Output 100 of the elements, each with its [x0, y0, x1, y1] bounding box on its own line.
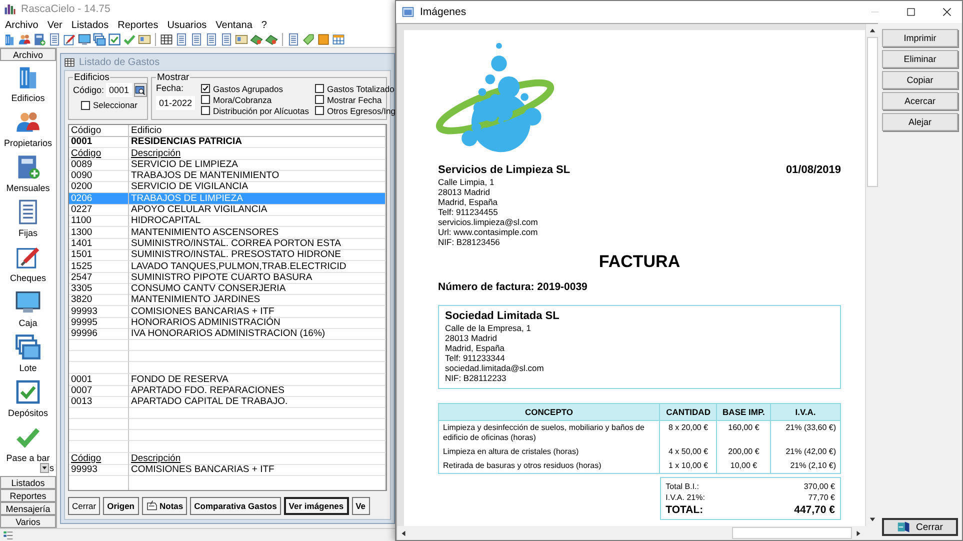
button[interactable]: Cerrar [68, 497, 100, 515]
table-row[interactable]: Código Edificio [69, 125, 386, 136]
sidebar-item[interactable]: Fijas [14, 199, 42, 238]
menu-item[interactable]: Archivo [5, 20, 38, 30]
sidebar-section-button[interactable]: Varios [0, 515, 56, 528]
table-row[interactable]: 99993 COMISIONES BANCARIAS + ITF [69, 306, 386, 318]
card-icon[interactable] [138, 33, 151, 46]
table-row[interactable]: 2547 SUMINISTRO PIPOTE CUARTO BASURA [69, 272, 386, 284]
pencil-icon[interactable] [63, 33, 76, 46]
button[interactable]: Eliminar [882, 50, 958, 68]
sidebar-item[interactable]: Depósitos [6, 379, 50, 418]
sidebar-item[interactable]: Caja [14, 289, 42, 328]
table-row[interactable]: 1525 LAVADO TANQUES,PULMON,TRAB.ELECTRICID [69, 260, 386, 272]
sidebar-item[interactable]: Cheques [8, 244, 48, 283]
checkbox-label[interactable]: Distribución por Alícuotas [213, 106, 309, 116]
checkbox[interactable] [201, 95, 210, 104]
sidebar-section-button[interactable]: Mensajería [0, 502, 56, 515]
table-row[interactable]: 1501 SUMINISTRO/INSTAL. PRESOSTATO HIDRONE [69, 249, 386, 261]
input-field[interactable]: 0001 [106, 83, 132, 97]
sidebar-item[interactable]: Propietarios [2, 109, 54, 148]
monitor-icon[interactable] [78, 33, 91, 46]
sidebar-item[interactable]: Mensuales [5, 154, 51, 193]
table-row[interactable]: 3305 CONSUMO CANTV CONSERJERIA [69, 283, 386, 294]
sidebar-item[interactable]: Edificios [10, 64, 46, 103]
button[interactable]: Copiar [882, 71, 958, 89]
table-row[interactable]: 1401 SUMINISTRO/INSTAL. CORREA PORTON ESTA [69, 238, 386, 250]
document-icon[interactable] [205, 33, 218, 46]
table-row[interactable]: 0013 APARTADO CAPITAL DE TRABAJO. [69, 396, 386, 408]
input-field[interactable]: 01-2022 [156, 96, 196, 110]
table-row[interactable]: Código Descripción [69, 148, 386, 159]
checkbox[interactable] [314, 84, 324, 93]
table-row[interactable]: 0090 TRABAJOS DE MANTENIMIENTO [69, 170, 386, 182]
checkbox-label[interactable]: Gastos Totalizado [326, 84, 394, 94]
up-arrow-icon[interactable] [868, 27, 876, 34]
table-row[interactable]: 0001 FONDO DE RESERVA [69, 374, 386, 385]
checkbox[interactable] [314, 95, 324, 104]
bills-icon[interactable] [265, 33, 278, 46]
table-row[interactable]: 1300 MANTENIMIENTO ASCENSORES [69, 226, 386, 238]
dropdown-button[interactable] [40, 463, 48, 473]
table-row[interactable]: 99995 HONORARIOS ADMINISTRACIÓN [69, 317, 386, 328]
grid-icon[interactable] [160, 33, 173, 46]
close-button[interactable]: Cerrar [882, 518, 958, 536]
button[interactable]: Comparativa Gastos [190, 497, 281, 515]
book-icon[interactable] [33, 33, 46, 46]
menu-item[interactable]: Listados [71, 20, 109, 30]
checkbox-label[interactable]: Mostrar Fecha [326, 94, 382, 104]
table-row[interactable]: 1100 HIDROCAPITAL [69, 215, 386, 227]
table-row[interactable]: 0007 APARTADO FDO. REPARACIONES [69, 384, 386, 396]
checkbox[interactable] [201, 106, 210, 115]
document-icon[interactable] [175, 33, 188, 46]
document-icon[interactable] [190, 33, 203, 46]
checkbox-label[interactable]: Mora/Cobranza [213, 94, 272, 104]
table-icon[interactable] [332, 33, 345, 46]
button[interactable]: Ve [352, 497, 370, 515]
table-row[interactable]: 0001 RESIDENCIAS PATRICIA [69, 136, 386, 148]
checkbox-label[interactable]: Gastos Agrupados [213, 84, 283, 94]
document-icon[interactable] [220, 33, 233, 46]
search-button[interactable] [134, 83, 148, 97]
button[interactable]: Alejar [882, 113, 958, 131]
table-row[interactable]: 0089 SERVICIO DE LIMPIEZA [69, 158, 386, 170]
scroll-thumb[interactable] [866, 37, 878, 187]
sidebar-section-button[interactable]: Listados [0, 476, 56, 489]
document-icon[interactable] [287, 33, 300, 46]
menu-item[interactable]: Ver [47, 20, 62, 30]
menu-item[interactable]: Usuarios [167, 20, 207, 30]
square-icon[interactable] [317, 33, 330, 46]
right-arrow-icon[interactable] [855, 530, 862, 536]
table-row[interactable]: 99996 IVA HONORARIOS ADMINISTRACION (16%) [69, 328, 386, 340]
checkbox-label[interactable]: Otros Egresos/Ing [326, 106, 395, 116]
checkmark-icon[interactable] [123, 33, 136, 46]
checkbox[interactable] [314, 106, 324, 115]
checkbox[interactable] [81, 100, 90, 110]
down-arrow-icon[interactable] [868, 516, 876, 523]
people-icon[interactable] [18, 33, 31, 46]
button[interactable]: Notas [142, 497, 188, 515]
button[interactable]: Acercar [882, 92, 958, 110]
left-arrow-icon[interactable] [400, 530, 407, 536]
card-icon[interactable] [235, 33, 248, 46]
checkbox-icon[interactable] [108, 33, 121, 46]
menu-item[interactable]: ? [261, 20, 267, 30]
building-icon[interactable] [3, 33, 16, 46]
windows-icon[interactable] [93, 33, 106, 46]
sidebar-section-button[interactable]: Reportes [0, 489, 56, 502]
checkbox[interactable] [201, 84, 210, 93]
table-row[interactable]: 0227 APOYO CELULAR VIGILANCIA [69, 204, 386, 216]
button[interactable]: Imprimir [882, 29, 958, 47]
sidebar-header-button[interactable]: Archivo [0, 48, 56, 61]
sidebar-item[interactable]: Lote [14, 334, 42, 373]
horizontal-scrollbar[interactable] [397, 526, 865, 540]
table-row[interactable]: Código Descripción [69, 452, 386, 464]
document-icon[interactable] [48, 33, 61, 46]
button[interactable]: Ver imágenes [284, 497, 349, 515]
checkbox-label[interactable]: Seleccionar [93, 100, 138, 110]
scroll-thumb[interactable] [732, 527, 852, 539]
menu-item[interactable]: Ventana [216, 20, 252, 30]
sidebar-item[interactable]: Pase a bar [5, 424, 51, 463]
button[interactable]: Origen [103, 497, 138, 515]
table-row[interactable]: 99993 COMISIONES BANCARIAS + ITF [69, 464, 386, 476]
bills-icon[interactable] [250, 33, 263, 46]
menu-item[interactable]: Reportes [118, 20, 158, 30]
